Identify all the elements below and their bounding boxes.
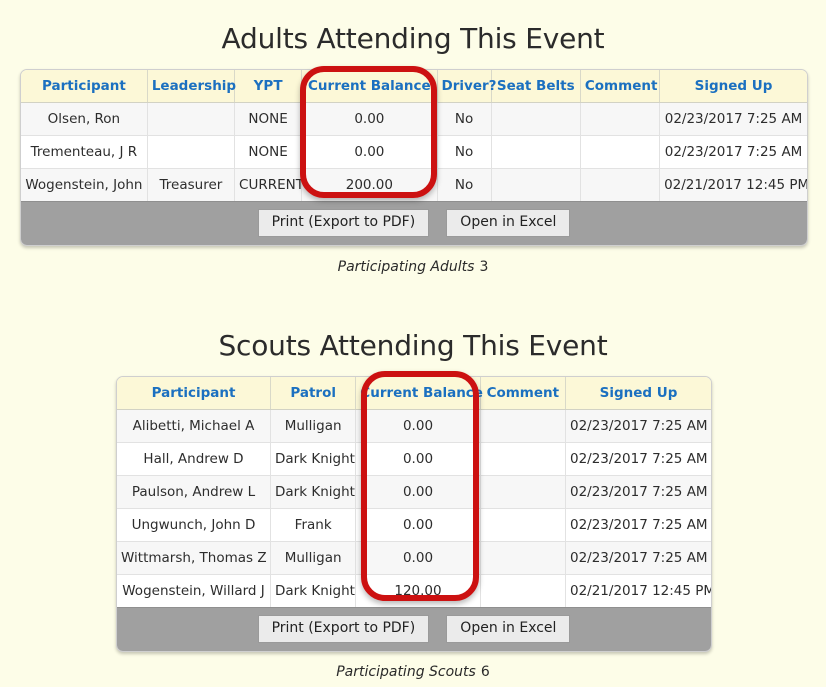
cell-current-balance: 200.00 xyxy=(301,168,438,201)
table-row[interactable]: Wogenstein, John Treasurer CURRENT 200.0… xyxy=(21,168,807,201)
cell-participant: Wittmarsh, Thomas Z xyxy=(117,541,272,575)
cell-current-balance: 0.00 xyxy=(355,475,481,509)
scouts-count-label: Participating Scouts xyxy=(336,664,476,680)
scouts-print-pdf-button[interactable]: Print (Export to PDF) xyxy=(257,615,430,643)
cell-participant: Alibetti, Michael A xyxy=(117,409,272,443)
cell-current-balance: 0.00 xyxy=(355,442,481,476)
cell-driver: No xyxy=(437,135,492,169)
cell-comment xyxy=(480,442,566,476)
scouts-open-excel-button[interactable]: Open in Excel xyxy=(446,615,571,643)
cell-comment xyxy=(480,541,566,575)
cell-patrol: Dark Knights xyxy=(270,442,357,476)
cell-patrol: Dark Knights xyxy=(270,574,357,607)
cell-comment xyxy=(480,475,566,509)
cell-signed-up: 02/23/2017 7:25 AM xyxy=(659,102,807,136)
cell-leadership xyxy=(147,102,236,136)
scouts-table-header-row: Participant Patrol Current Balance Comme… xyxy=(117,377,711,410)
cell-comment xyxy=(580,135,661,169)
cell-leadership xyxy=(147,135,236,169)
scouts-participant-count: Participating Scouts 6 xyxy=(0,664,826,680)
scouts-table-action-bar: Print (Export to PDF) Open in Excel xyxy=(117,607,711,651)
adults-col-participant[interactable]: Participant xyxy=(21,70,148,103)
cell-participant: Ungwunch, John D xyxy=(117,508,272,542)
cell-ypt: NONE xyxy=(234,135,303,169)
cell-seat-belts xyxy=(491,102,581,136)
cell-comment xyxy=(480,409,566,443)
table-row[interactable]: Ungwunch, John D Frank 0.00 02/23/2017 7… xyxy=(117,508,711,542)
adults-count-label: Participating Adults xyxy=(337,259,475,275)
cell-signed-up: 02/21/2017 12:45 PM xyxy=(659,168,807,201)
cell-ypt: CURRENT xyxy=(234,168,303,201)
adults-col-leadership[interactable]: Leadership xyxy=(147,70,236,103)
cell-current-balance: 0.00 xyxy=(301,102,438,136)
table-row[interactable]: Alibetti, Michael A Mulligan 0.00 02/23/… xyxy=(117,409,711,443)
cell-participant: Paulson, Andrew L xyxy=(117,475,272,509)
adults-open-excel-button[interactable]: Open in Excel xyxy=(446,209,571,237)
adults-col-driver[interactable]: Driver? xyxy=(437,70,496,103)
table-row[interactable]: Olsen, Ron NONE 0.00 No 02/23/2017 7:25 … xyxy=(21,102,807,136)
table-row[interactable]: Wogenstein, Willard J Dark Knights 120.0… xyxy=(117,574,711,607)
cell-participant: Trementeau, J R xyxy=(21,135,148,169)
scouts-attendance-table-container: Participant Patrol Current Balance Comme… xyxy=(116,376,712,652)
table-row[interactable]: Trementeau, J R NONE 0.00 No 02/23/2017 … xyxy=(21,135,807,169)
cell-current-balance: 0.00 xyxy=(355,409,481,443)
cell-current-balance: 120.00 xyxy=(355,574,481,607)
cell-comment xyxy=(480,574,566,607)
cell-current-balance: 0.00 xyxy=(355,508,481,542)
cell-seat-belts xyxy=(491,135,581,169)
cell-signed-up: 02/23/2017 7:25 AM xyxy=(565,508,711,542)
cell-signed-up: 02/23/2017 7:25 AM xyxy=(659,135,807,169)
cell-comment xyxy=(480,508,566,542)
cell-patrol: Frank xyxy=(270,508,357,542)
scouts-col-participant[interactable]: Participant xyxy=(117,377,272,410)
cell-participant: Wogenstein, Willard J xyxy=(117,574,272,607)
adults-attendance-table-container: Participant Leadership YPT Current Balan… xyxy=(20,69,808,246)
table-row[interactable]: Hall, Andrew D Dark Knights 0.00 02/23/2… xyxy=(117,442,711,476)
adults-participant-count: Participating Adults 3 xyxy=(0,259,826,275)
cell-participant: Hall, Andrew D xyxy=(117,442,272,476)
cell-leadership: Treasurer xyxy=(147,168,236,201)
table-row[interactable]: Wittmarsh, Thomas Z Mulligan 0.00 02/23/… xyxy=(117,541,711,575)
adults-table-header-row: Participant Leadership YPT Current Balan… xyxy=(21,70,807,103)
cell-signed-up: 02/23/2017 7:25 AM xyxy=(565,442,711,476)
scouts-section-title: Scouts Attending This Event xyxy=(218,329,608,362)
adults-col-current-balance[interactable]: Current Balance xyxy=(301,70,438,103)
cell-patrol: Dark Knights xyxy=(270,475,357,509)
adults-col-signed-up[interactable]: Signed Up xyxy=(659,70,807,103)
cell-ypt: NONE xyxy=(234,102,303,136)
adults-col-seat-belts[interactable]: Seat Belts xyxy=(491,70,581,103)
adults-table-action-bar: Print (Export to PDF) Open in Excel xyxy=(21,201,807,245)
cell-current-balance: 0.00 xyxy=(301,135,438,169)
cell-signed-up: 02/23/2017 7:25 AM xyxy=(565,475,711,509)
cell-signed-up: 02/21/2017 12:45 PM xyxy=(565,574,711,607)
scouts-attendance-table: Participant Patrol Current Balance Comme… xyxy=(117,377,711,607)
adults-print-pdf-button[interactable]: Print (Export to PDF) xyxy=(257,209,430,237)
cell-driver: No xyxy=(437,102,492,136)
scouts-col-current-balance[interactable]: Current Balance xyxy=(355,377,483,410)
table-row[interactable]: Paulson, Andrew L Dark Knights 0.00 02/2… xyxy=(117,475,711,509)
adults-col-ypt[interactable]: YPT xyxy=(234,70,303,103)
cell-signed-up: 02/23/2017 7:25 AM xyxy=(565,541,711,575)
adults-col-comment[interactable]: Comment xyxy=(580,70,661,103)
scouts-col-patrol[interactable]: Patrol xyxy=(270,377,357,410)
adults-count-value: 3 xyxy=(479,259,489,275)
cell-participant: Olsen, Ron xyxy=(21,102,148,136)
cell-patrol: Mulligan xyxy=(270,541,357,575)
scouts-count-value: 6 xyxy=(480,664,490,680)
cell-comment xyxy=(580,102,661,136)
adults-attendance-table: Participant Leadership YPT Current Balan… xyxy=(21,70,807,201)
cell-driver: No xyxy=(437,168,492,201)
cell-participant: Wogenstein, John xyxy=(21,168,148,201)
scouts-col-comment[interactable]: Comment xyxy=(480,377,566,410)
cell-current-balance: 0.00 xyxy=(355,541,481,575)
adults-section-title: Adults Attending This Event xyxy=(221,22,605,55)
cell-seat-belts xyxy=(491,168,581,201)
scouts-col-signed-up[interactable]: Signed Up xyxy=(565,377,711,410)
cell-patrol: Mulligan xyxy=(270,409,357,443)
cell-signed-up: 02/23/2017 7:25 AM xyxy=(565,409,711,443)
cell-comment xyxy=(580,168,661,201)
